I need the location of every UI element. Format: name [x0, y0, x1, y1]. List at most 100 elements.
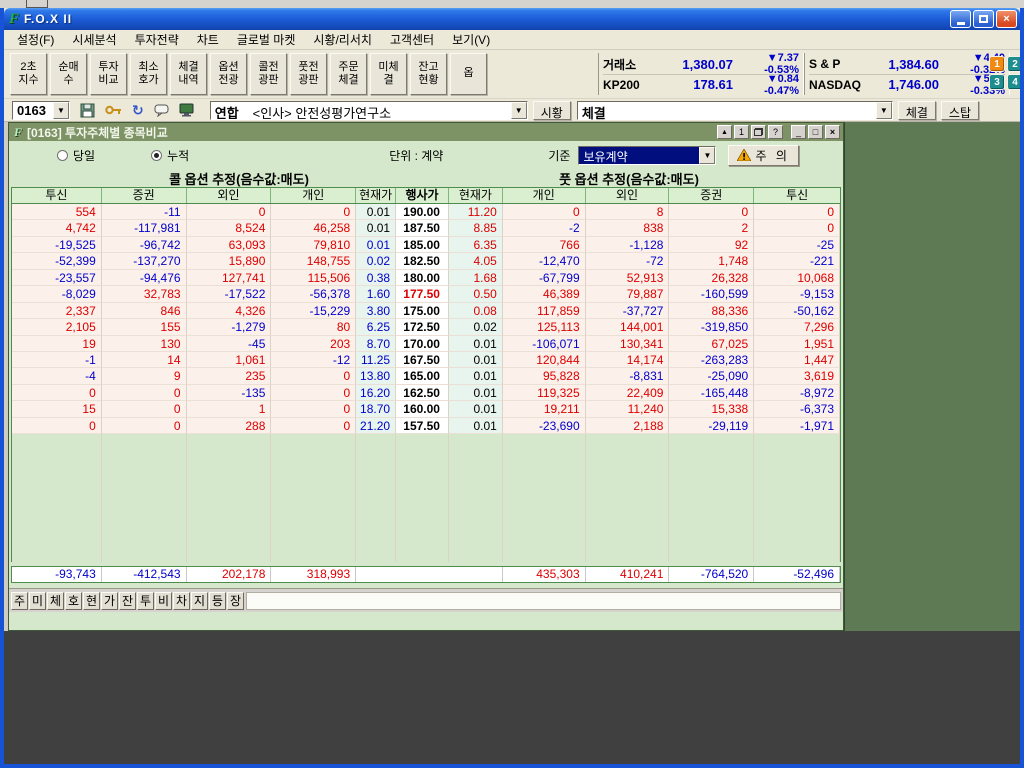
toolbar-button[interactable]: 옵션전광 [210, 53, 247, 95]
chevron-down-icon[interactable]: ▼ [53, 102, 69, 119]
table-row[interactable]: 1501018.70160.000.0119,21111,24015,338-6… [12, 401, 840, 417]
bottom-tab-button[interactable]: 체 [47, 592, 64, 610]
panel-close-button[interactable]: × [825, 125, 840, 139]
column-header[interactable]: 외인 [187, 188, 272, 203]
basis-combo[interactable]: 보유계약 ▼ [578, 146, 716, 165]
bottom-tab-button[interactable]: 미 [29, 592, 46, 610]
news-ticker[interactable]: 연합<인사> 안전성평가연구소 ▼ [210, 101, 528, 120]
bottom-tab-button[interactable]: 비 [155, 592, 172, 610]
close-button[interactable]: × [996, 10, 1017, 28]
chevron-down-icon[interactable]: ▼ [876, 102, 892, 119]
warning-button[interactable]: 주 의 [728, 145, 798, 166]
quick-screen-button[interactable]: 1 [989, 56, 1005, 72]
table-row[interactable]: -23,557-94,476127,741115,5060.38180.001.… [12, 270, 840, 286]
maximize-button[interactable] [973, 10, 994, 28]
column-header[interactable]: 투신 [12, 188, 102, 203]
bottom-tab-button[interactable]: 등 [209, 592, 226, 610]
toolbar-button[interactable]: 순매수 [50, 53, 87, 95]
bottom-tab-button[interactable]: 가 [101, 592, 118, 610]
panel-minimize-button[interactable]: _ [791, 125, 806, 139]
menu-market-analysis[interactable]: 시세분석 [63, 29, 125, 50]
chat-icon[interactable] [154, 104, 169, 117]
quick-screen-button[interactable]: 2 [1007, 56, 1023, 72]
toolbar-button[interactable]: 옵 [450, 53, 487, 95]
panel-help-button[interactable]: ? [768, 125, 783, 139]
cell: 0.01 [356, 237, 396, 253]
bottom-tab-button[interactable]: 잔 [119, 592, 136, 610]
table-row[interactable]: -8,02932,783-17,522-56,3781.60177.500.50… [12, 286, 840, 302]
refresh-icon[interactable]: ↻ [132, 102, 144, 119]
screen-code-combo[interactable]: 0163 ▼ [12, 101, 70, 120]
cell: 144,001 [586, 319, 670, 335]
quick-screen-button[interactable]: 3 [989, 74, 1005, 90]
order-field-value[interactable]: 체결 [578, 102, 876, 119]
chegyeol-button[interactable]: 체결 [898, 101, 936, 120]
toolbar-button[interactable]: 체결내역 [170, 53, 207, 95]
column-header[interactable]: 현재가 [356, 188, 396, 203]
table-row[interactable]: -19,525-96,74263,09379,8100.01185.006.35… [12, 237, 840, 253]
bottom-tab-button[interactable]: 차 [173, 592, 190, 610]
menu-settings[interactable]: 설정(F) [8, 29, 63, 50]
bottom-tab-button[interactable]: 지 [191, 592, 208, 610]
column-header[interactable]: 행사가 [396, 188, 449, 203]
table-row[interactable]: 4,742-117,9818,52446,2580.01187.508.85-2… [12, 220, 840, 236]
key-icon[interactable] [105, 104, 122, 116]
bottom-tab-button[interactable]: 투 [137, 592, 154, 610]
column-header[interactable]: 개인 [271, 188, 356, 203]
toolbar-button[interactable]: 투자비교 [90, 53, 127, 95]
total-cell: 410,241 [586, 567, 670, 582]
panel-titlebar[interactable]: F [0163] 투자주체별 종목비교 ▲ 1 ? _ □ × [9, 123, 843, 141]
toolbar-button[interactable]: 풋전광판 [290, 53, 327, 95]
basis-value[interactable]: 보유계약 [579, 147, 699, 164]
panel-maximize-button[interactable]: □ [808, 125, 823, 139]
menu-invest-strategy[interactable]: 투자전략 [126, 29, 188, 50]
cell: 0.38 [356, 270, 396, 286]
chevron-down-icon[interactable]: ▼ [699, 147, 715, 164]
toolbar-button[interactable]: 콜전광판 [250, 53, 287, 95]
quick-screen-button[interactable]: 4 [1007, 74, 1023, 90]
order-combo[interactable]: 체결 ▼ [577, 101, 893, 120]
panel-spin-up-button[interactable]: ▲ [717, 125, 732, 139]
screen-code-value[interactable]: 0163 [13, 102, 53, 119]
table-row[interactable]: -1141,061-1211.25167.500.01120,84414,174… [12, 352, 840, 368]
column-header[interactable]: 개인 [503, 188, 586, 203]
sihwang-button[interactable]: 시황 [533, 101, 571, 120]
table-row[interactable]: 00-135016.20162.500.01119,32522,409-165,… [12, 385, 840, 401]
column-header[interactable]: 외인 [586, 188, 670, 203]
radio-daily[interactable]: 당일 [57, 147, 95, 164]
radio-cumulative[interactable]: 누적 [151, 147, 189, 164]
stop-button[interactable]: 스탑 [941, 101, 979, 120]
table-row[interactable]: 19130-452038.70170.000.01-106,071130,341… [12, 336, 840, 352]
toolbar-button[interactable]: 미체결 [370, 53, 407, 95]
toolbar-button[interactable]: 잔고현황 [410, 53, 447, 95]
table-row[interactable]: 2,105155-1,279806.25172.500.02125,113144… [12, 319, 840, 335]
menu-customer-center[interactable]: 고객센터 [381, 29, 443, 50]
menu-research[interactable]: 시황/리서치 [304, 29, 381, 50]
toolbar-button[interactable]: 최소호가 [130, 53, 167, 95]
panel-restore-button[interactable] [751, 125, 766, 139]
column-header[interactable]: 증권 [669, 188, 754, 203]
app-titlebar[interactable]: F F.O.X II × [4, 8, 1020, 30]
bottom-tab-button[interactable]: 현 [83, 592, 100, 610]
menu-view[interactable]: 보기(V) [443, 29, 499, 50]
table-row[interactable]: 00288021.20157.500.01-23,6902,188-29,119… [12, 418, 840, 434]
menu-chart[interactable]: 차트 [188, 29, 228, 50]
minimize-button[interactable] [950, 10, 971, 28]
toolbar-button[interactable]: 2초지수 [10, 53, 47, 95]
panel-one-button[interactable]: 1 [734, 125, 749, 139]
table-row[interactable]: 554-11000.01190.0011.200800 [12, 204, 840, 220]
table-row[interactable]: -52,399-137,27015,890148,7550.02182.504.… [12, 253, 840, 269]
column-header[interactable]: 증권 [102, 188, 187, 203]
menu-global-market[interactable]: 글로벌 마켓 [228, 29, 305, 50]
bottom-tab-button[interactable]: 장 [227, 592, 244, 610]
chevron-down-icon[interactable]: ▼ [511, 102, 527, 119]
bottom-tab-button[interactable]: 호 [65, 592, 82, 610]
bottom-tab-button[interactable]: 주 [11, 592, 28, 610]
monitor-icon[interactable] [179, 103, 194, 117]
column-header[interactable]: 현재가 [449, 188, 503, 203]
save-icon[interactable] [80, 103, 95, 118]
table-row[interactable]: -49235013.80165.000.0195,828-8,831-25,09… [12, 368, 840, 384]
column-header[interactable]: 투신 [754, 188, 840, 203]
toolbar-button[interactable]: 주문체결 [330, 53, 367, 95]
table-row[interactable]: 2,3378464,326-15,2293.80175.000.08117,85… [12, 303, 840, 319]
